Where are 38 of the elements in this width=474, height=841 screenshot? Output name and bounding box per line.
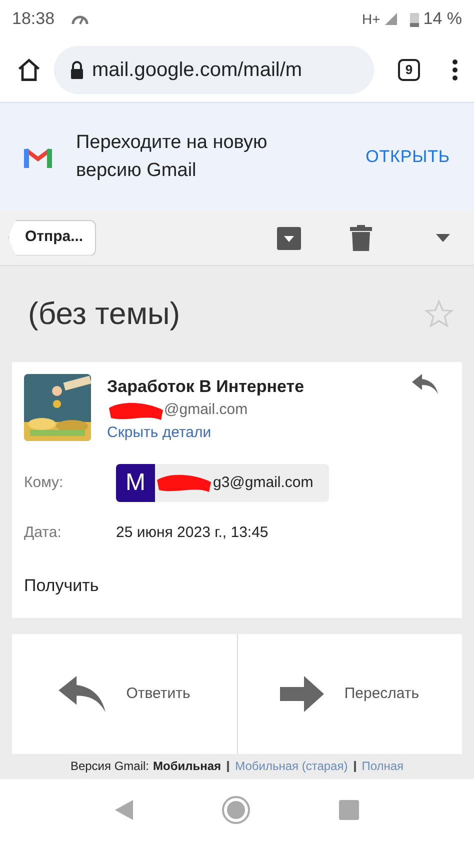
back-button[interactable]: Отпра... bbox=[8, 220, 96, 256]
recipient-chip[interactable]: M g3@gmail.com bbox=[116, 464, 330, 502]
date-value: 25 июня 2023 г., 13:45 bbox=[116, 523, 268, 543]
star-icon[interactable] bbox=[424, 299, 454, 329]
message-body: Получить bbox=[24, 574, 100, 596]
gauge-icon bbox=[70, 13, 89, 25]
subject-heading: (без темы) bbox=[28, 294, 180, 333]
sender-name: Заработок В Интернете bbox=[107, 376, 306, 398]
sender-email: @gmail.com bbox=[164, 400, 248, 420]
banner-text: Переходите на новую версию Gmail bbox=[76, 130, 268, 182]
recipient-email: g3@gmail.com bbox=[213, 472, 314, 493]
reply-icon[interactable] bbox=[412, 374, 438, 394]
recipient-avatar: M bbox=[116, 464, 155, 502]
lock-icon bbox=[70, 61, 84, 79]
battery-percentage: 14 % bbox=[423, 8, 462, 30]
tab-count[interactable]: 9 bbox=[398, 59, 420, 81]
forward-button[interactable]: Переслать bbox=[236, 634, 462, 754]
battery-icon bbox=[410, 11, 420, 27]
home-icon[interactable] bbox=[16, 57, 42, 83]
signal-icon bbox=[384, 12, 398, 26]
open-button[interactable]: ОТКРЫТЬ bbox=[366, 144, 450, 170]
version-label: Версия Gmail: bbox=[70, 758, 150, 775]
dropdown-caret-icon[interactable] bbox=[436, 234, 450, 242]
clock: 18:38 bbox=[12, 8, 55, 30]
to-label: Кому: bbox=[24, 472, 64, 493]
more-icon[interactable] bbox=[452, 59, 458, 81]
url-text: mail.google.com/mail/m bbox=[92, 58, 302, 83]
reply-button[interactable]: Ответить bbox=[12, 634, 236, 754]
gmail-logo-icon bbox=[24, 146, 52, 168]
address-bar[interactable]: mail.google.com/mail/m bbox=[54, 46, 374, 94]
hide-details-link[interactable]: Скрыть детали bbox=[107, 422, 450, 444]
forward-arrow-icon bbox=[280, 676, 324, 712]
reply-arrow-icon bbox=[58, 676, 106, 712]
trash-icon[interactable] bbox=[350, 224, 372, 250]
current-version: Мобильная bbox=[153, 758, 222, 775]
date-label: Дата: bbox=[24, 523, 62, 543]
network-type: H+ bbox=[362, 10, 380, 28]
archive-icon[interactable] bbox=[276, 224, 302, 250]
